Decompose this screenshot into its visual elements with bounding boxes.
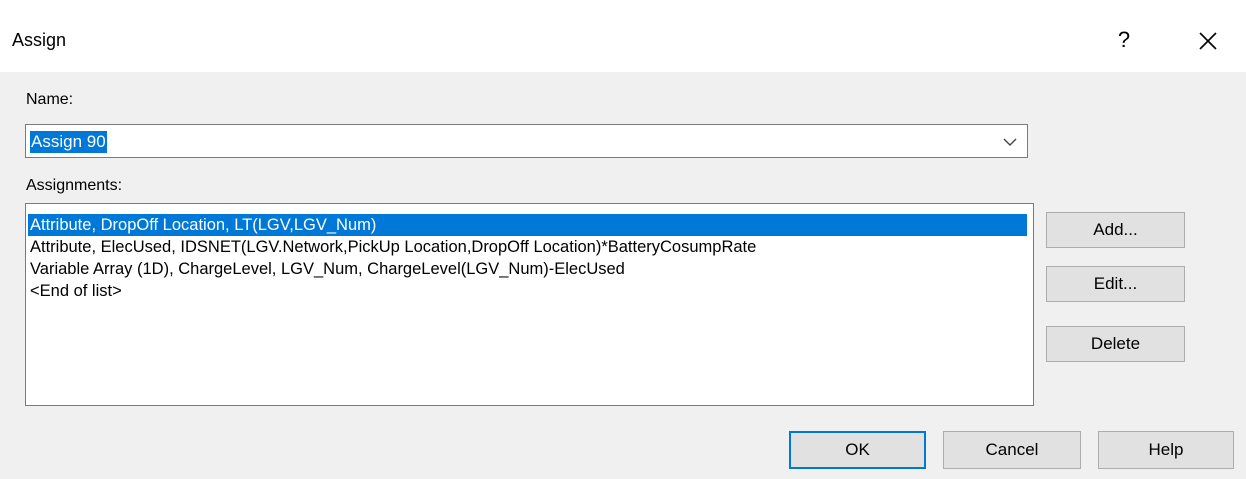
name-label: Name: [26,91,74,108]
name-combobox[interactable]: Assign 90 [25,124,1028,158]
ok-button[interactable]: OK [789,431,926,469]
help-icon[interactable]: ? [1112,25,1136,55]
list-item-end-of-list[interactable]: <End of list> [28,280,122,302]
close-icon[interactable] [1188,23,1228,59]
dialog-body: Name: Assign 90 Assignments: Attribute, … [0,72,1246,479]
title-bar: Assign ? [0,0,1246,72]
delete-button[interactable]: Delete [1046,326,1185,362]
assignments-listbox[interactable]: Attribute, DropOff Location, LT(LGV,LGV_… [25,203,1034,406]
list-item[interactable]: Attribute, DropOff Location, LT(LGV,LGV_… [28,214,1027,236]
help-button[interactable]: Help [1098,431,1234,469]
assignments-label: Assignments: [26,177,123,194]
cancel-button[interactable]: Cancel [943,431,1081,469]
dialog-title: Assign [12,30,67,50]
add-button[interactable]: Add... [1046,212,1185,248]
edit-button[interactable]: Edit... [1046,266,1185,302]
chevron-down-icon[interactable] [993,125,1027,157]
name-value[interactable]: Assign 90 [30,131,107,153]
list-item[interactable]: Attribute, ElecUsed, IDSNET(LGV.Network,… [28,236,756,258]
list-item[interactable]: Variable Array (1D), ChargeLevel, LGV_Nu… [28,258,625,280]
